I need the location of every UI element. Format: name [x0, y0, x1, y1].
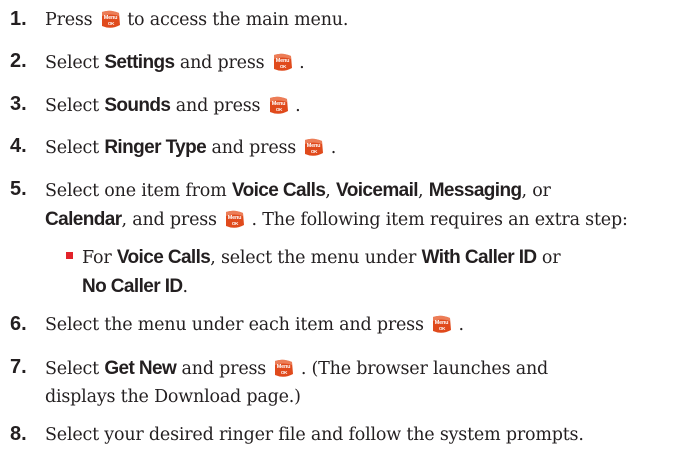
step-text-or: or — [541, 248, 561, 268]
svg-text:OK: OK — [276, 107, 283, 112]
step-text-post: to access the main menu. — [127, 10, 349, 30]
menu-item-name: Settings — [104, 52, 175, 73]
step-text-post: . — [182, 277, 189, 297]
sub-bullet: For Voice Calls, select the menu under W… — [66, 243, 680, 273]
step-text-post: . (The browser launches and — [300, 359, 549, 379]
menu-ok-key-icon: Menu OK — [100, 10, 121, 29]
menu-item-name: Voicemail — [336, 180, 419, 201]
menu-item-name: Voice Calls — [116, 247, 211, 268]
step-text-pre: Select — [45, 359, 99, 379]
menu-item-name: With Caller ID — [421, 247, 538, 268]
step-text-post: . — [299, 53, 305, 73]
separator: , — [325, 181, 331, 201]
svg-text:OK: OK — [311, 149, 318, 154]
step-number: 6. — [10, 313, 27, 335]
step-text: Press Menu OK to access the main menu. — [45, 6, 680, 35]
step-text-pre: Select the menu under each item and pres… — [45, 315, 424, 335]
menu-item-name: Voice Calls — [231, 180, 326, 201]
step-text-pre: Select — [45, 138, 99, 158]
step-text-line-1: Select Get New and press Menu OK . (The … — [45, 354, 680, 384]
step-text: Select Sounds and press Menu OK . — [45, 91, 680, 121]
step-text-post: . — [295, 96, 301, 116]
step-text-post: . — [330, 138, 337, 158]
step-text-line-1: Select one item from Voice Calls, Voicem… — [45, 176, 680, 206]
step-number: 7. — [10, 356, 27, 378]
step-text-mid: and press — [181, 359, 267, 379]
menu-ok-key-icon: Menu OK — [272, 53, 293, 72]
step-text-pre: Select your desired ringer file and foll… — [45, 425, 584, 445]
svg-text:OK: OK — [439, 326, 446, 331]
svg-text:OK: OK — [108, 21, 115, 26]
svg-text:OK: OK — [281, 370, 288, 375]
menu-item-name: Ringer Type — [104, 137, 207, 158]
menu-item-name: Messaging — [428, 180, 522, 201]
menu-ok-key-icon: Menu OK — [273, 359, 294, 378]
step-text-line-2: displays the Download page.) — [45, 383, 680, 412]
step-text-mid: , select the menu under — [210, 248, 417, 268]
step-number: 3. — [10, 93, 27, 115]
menu-ok-key-icon: Menu OK — [303, 138, 324, 157]
step-text-pre: Select one item from — [45, 181, 227, 201]
step-text: Select the menu under each item and pres… — [45, 311, 680, 340]
separator: , or — [521, 181, 551, 201]
svg-text:OK: OK — [232, 221, 239, 226]
step-text-line-2: Calendar, and press Menu OK . The follow… — [45, 205, 680, 235]
menu-item-name: Sounds — [104, 95, 171, 116]
menu-ok-key-icon: Menu OK — [268, 96, 289, 115]
step-text-pre: Select — [45, 96, 99, 116]
step-text-mid: , and press — [121, 210, 217, 230]
step-text-mid: and press — [179, 53, 265, 73]
step-text-post: . The following item requires an extra s… — [251, 210, 628, 230]
step-text-continued: displays the Download page.) — [45, 387, 301, 407]
step-text-pre: For — [82, 248, 112, 268]
separator: , — [417, 181, 424, 201]
menu-item-name: No Caller ID — [82, 276, 183, 297]
step-number: 8. — [10, 423, 27, 445]
svg-text:OK: OK — [280, 64, 287, 69]
menu-item-name: Get New — [104, 358, 177, 379]
step-number: 4. — [10, 135, 27, 157]
step-text-mid: and press — [175, 96, 261, 116]
step-text: Select Ringer Type and press Menu OK . — [45, 133, 680, 163]
bullet-icon — [66, 252, 73, 259]
menu-ok-key-icon: Menu OK — [224, 210, 245, 229]
step-number: 5. — [10, 178, 27, 200]
step-text-post: . — [458, 315, 464, 335]
step-number: 2. — [10, 50, 27, 72]
step-text: Select Settings and press Menu OK . — [45, 48, 680, 78]
menu-ok-key-icon: Menu OK — [431, 315, 452, 334]
step-text-pre: Press — [45, 10, 93, 30]
step-text-pre: Select — [45, 53, 99, 73]
step-text-mid: and press — [211, 138, 297, 158]
sub-bullet-line-2: No Caller ID. — [82, 272, 680, 302]
step-number: 1. — [10, 8, 27, 30]
step-text: Select your desired ringer file and foll… — [45, 421, 680, 450]
menu-item-name: Calendar — [45, 209, 122, 230]
